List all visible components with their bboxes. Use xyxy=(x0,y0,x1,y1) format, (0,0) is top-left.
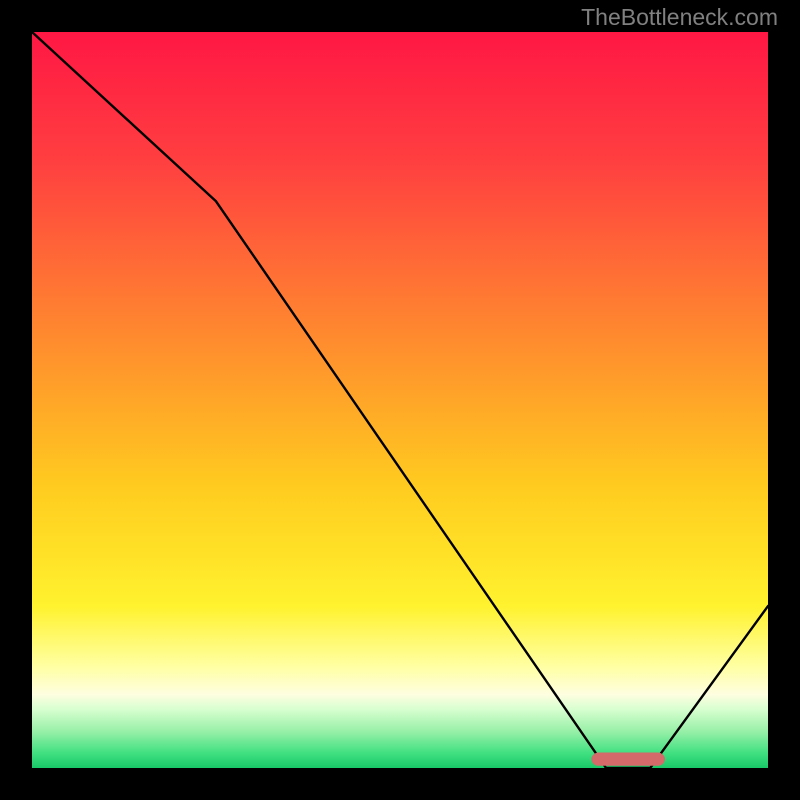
optimal-range-marker xyxy=(591,753,665,766)
watermark-text: TheBottleneck.com xyxy=(581,4,778,31)
chart-plot-area xyxy=(32,32,768,768)
bottleneck-chart xyxy=(32,32,768,768)
chart-background-gradient xyxy=(32,32,768,768)
